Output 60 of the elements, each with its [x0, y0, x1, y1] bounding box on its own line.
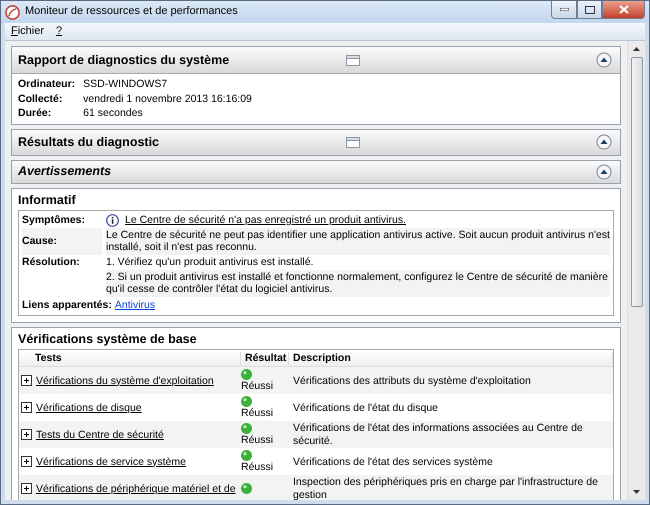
expand-icon[interactable] — [21, 456, 32, 468]
description-text: Vérifications des attributs du système d'exploitation — [292, 374, 532, 388]
section-title: Résultats du diagnostic — [18, 134, 159, 150]
field-label: Collecté: — [18, 92, 64, 106]
scroll-thumb[interactable] — [630, 57, 642, 307]
minimize-icon — [560, 8, 568, 11]
test-link[interactable]: Vérifications de disque — [36, 402, 142, 414]
close-button[interactable] — [602, 1, 645, 19]
column-header: Tests — [19, 352, 241, 365]
test-link[interactable]: Tests du Centre de sécurité — [36, 428, 164, 442]
description-text: Vérifications de l'état des informations associées au Centre de sécurité. — [292, 422, 584, 448]
section-title: Informatif — [17, 192, 77, 209]
field-label: Résolution: — [22, 256, 80, 269]
collapse-icon[interactable] — [596, 52, 612, 68]
minimize-button[interactable] — [551, 1, 577, 19]
result-text: Réussi — [241, 407, 274, 420]
field-label: Ordinateur: — [18, 78, 76, 91]
description-text: Vérifications de l'état du disque — [292, 402, 440, 414]
maximize-button[interactable] — [577, 1, 602, 19]
section-title: Vérifications système de base — [17, 331, 198, 348]
field-value: vendredi 1 novembre 2013 16:16:09 — [83, 92, 253, 106]
test-link[interactable]: Vérifications du système d'exploitation — [36, 374, 214, 388]
expand-icon[interactable] — [21, 375, 32, 386]
collapse-icon[interactable] — [596, 164, 612, 180]
column-header: Description — [289, 352, 613, 365]
menu-item[interactable]: Fichier — [11, 24, 44, 38]
test-link[interactable]: Vérifications de périphérique matériel et de — [36, 482, 236, 496]
down-arrow-icon — [633, 490, 640, 494]
description-text: Inspection des périphériques pris en charge par l'infrastructure de gestion — [292, 476, 599, 500]
section-title: Rapport de diagnostics du système — [18, 52, 230, 68]
collapse-icon[interactable] — [596, 134, 612, 150]
symptom-link[interactable]: Le Centre de sécurité n'a pas enregistré un produit antivirus. — [125, 214, 406, 227]
result-text: Réussi — [241, 461, 274, 474]
expand-icon[interactable] — [21, 402, 32, 414]
result-text: Réussi — [241, 380, 274, 393]
resolution-step: 1. Vérifiez qu'un produit antivirus est installé. — [106, 256, 314, 269]
antivirus-link[interactable]: Antivirus — [114, 298, 156, 312]
scrollbar[interactable] — [627, 41, 645, 500]
result-text: Réussi — [241, 434, 274, 447]
test-link[interactable]: Vérifications de service système — [36, 456, 186, 468]
window-icon[interactable] — [346, 54, 360, 66]
window-icon[interactable] — [346, 136, 360, 148]
field-value: Le Centre de sécurité ne peut pas identifier une application antivirus active. Soit aucun produit antivirus n'est installé, soit il n'est pas reconnu. — [106, 228, 610, 254]
close-icon — [618, 5, 628, 14]
field-label: Cause: — [22, 235, 58, 248]
field-label: Symptômes: — [22, 214, 86, 227]
field-label: Liens apparentés: — [22, 298, 112, 312]
expand-icon[interactable] — [21, 429, 32, 440]
window-title: Moniteur de ressources et de performances — [25, 5, 238, 19]
section-title: Avertissements — [18, 164, 112, 180]
up-arrow-icon — [633, 47, 640, 51]
field-label: Durée: — [18, 107, 52, 120]
expand-icon[interactable] — [21, 483, 32, 494]
description-text: Vérifications de l'état des services système — [292, 456, 494, 468]
field-value: 61 secondes — [83, 107, 144, 120]
app-icon — [5, 4, 20, 20]
resolution-step: 2. Si un produit antivirus est installé et fonctionne normalement, configurez le Centre de sécurité de manière qu'il cesse de contrôler l'état du logiciel antivirus. — [106, 270, 610, 296]
column-header: Résultat — [241, 352, 289, 365]
field-value: SSD-WINDOWS7 — [83, 78, 168, 91]
menu-item[interactable]: ? — [56, 24, 62, 38]
